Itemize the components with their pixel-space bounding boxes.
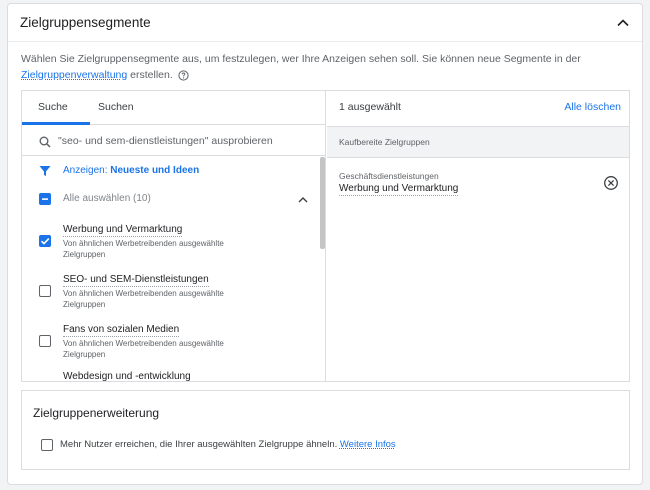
selected-segment-name: Werbung und Vermarktung xyxy=(339,183,459,196)
list-item[interactable]: SEO- und SEM-Dienstleistungen Von ähnlic… xyxy=(22,274,322,324)
list-item[interactable]: Fans von sozialen Medien Von ähnlichen W… xyxy=(22,324,322,374)
item-checkbox[interactable] xyxy=(39,235,51,247)
tab-suchen[interactable]: Suchen xyxy=(98,101,134,113)
audience-expansion-section: Zielgruppenerweiterung Mehr Nutzer errei… xyxy=(21,390,630,470)
tab-bar: Suche Suchen xyxy=(22,91,325,125)
browse-pane: Suche Suchen Anzeigen: Neueste und Ideen xyxy=(22,91,326,383)
expansion-checkbox-label: Mehr Nutzer erreichen, die Ihrer ausgewä… xyxy=(60,439,338,450)
list-scrollbar[interactable] xyxy=(320,157,325,249)
search-input[interactable] xyxy=(58,132,318,150)
selected-group-header: Kaufbereite Zielgruppen xyxy=(327,126,629,158)
tab-suche[interactable]: Suche xyxy=(38,101,68,113)
item-title: Webdesign und -entwicklung xyxy=(63,371,191,382)
group-label: Kaufbereite Zielgruppen xyxy=(339,137,430,147)
segment-list: Anzeigen: Neueste und Ideen Alle auswähl… xyxy=(22,157,326,383)
item-title: Werbung und Vermarktung xyxy=(63,224,183,237)
selected-category: Geschäftsdienstleistungen xyxy=(339,171,439,181)
help-icon[interactable] xyxy=(178,70,189,81)
select-all-checkbox[interactable] xyxy=(39,193,51,205)
item-checkbox[interactable] xyxy=(39,335,51,347)
card-header: Zielgruppensegmente xyxy=(8,4,642,42)
selected-pane: 1 ausgewählt Alle löschen Kaufbereite Zi… xyxy=(327,91,629,381)
description: Wählen Sie Zielgruppensegmente aus, um f… xyxy=(21,51,631,83)
search-icon xyxy=(39,135,51,148)
item-title: SEO- und SEM-Dienstleistungen xyxy=(63,274,209,287)
list-item[interactable]: Webdesign und -entwicklung xyxy=(22,371,322,383)
expansion-title: Zielgruppenerweiterung xyxy=(33,406,160,420)
chevron-up-icon[interactable] xyxy=(614,14,632,32)
chevron-up-icon[interactable] xyxy=(297,193,309,205)
audience-segments-card: Zielgruppensegmente Wählen Sie Zielgrupp… xyxy=(7,3,643,485)
expansion-checkbox[interactable] xyxy=(41,439,53,451)
clear-all-button[interactable]: Alle löschen xyxy=(564,101,621,113)
filter-icon xyxy=(39,164,51,176)
filter-value: Neueste und Ideen xyxy=(110,165,200,176)
card-title: Zielgruppensegmente xyxy=(20,15,151,30)
selected-count: 1 ausgewählt xyxy=(339,101,401,113)
item-subtitle: Von ähnlichen Werbetreibenden ausgewählt… xyxy=(63,339,224,359)
select-all-label: Alle auswählen (10) xyxy=(63,193,151,204)
item-checkbox[interactable] xyxy=(39,285,51,297)
item-title: Fans von sozialen Medien xyxy=(63,324,180,337)
filter-label: Anzeigen: Neueste und Ideen xyxy=(63,165,199,176)
description-text: Wählen Sie Zielgruppensegmente aus, um f… xyxy=(21,53,581,65)
segment-selector: Suche Suchen Anzeigen: Neueste und Ideen xyxy=(21,90,630,382)
select-all-row: Alle auswählen (10) xyxy=(22,187,326,211)
filter-row[interactable]: Anzeigen: Neueste und Ideen xyxy=(22,157,326,183)
description-suffix: erstellen. xyxy=(130,69,173,81)
active-tab-indicator xyxy=(22,122,90,125)
learn-more-link[interactable]: Weitere Infos xyxy=(340,439,396,450)
item-subtitle: Von ähnlichen Werbetreibenden ausgewählt… xyxy=(63,239,224,259)
filter-prefix: Anzeigen: xyxy=(63,165,108,176)
audience-manager-link[interactable]: Zielgruppenverwaltung xyxy=(21,69,127,81)
remove-icon[interactable] xyxy=(603,175,619,191)
expansion-label: Mehr Nutzer erreichen, die Ihrer ausgewä… xyxy=(60,439,396,450)
item-subtitle: Von ähnlichen Werbetreibenden ausgewählt… xyxy=(63,289,224,309)
list-item[interactable]: Werbung und Vermarktung Von ähnlichen We… xyxy=(22,224,322,274)
search-row xyxy=(22,126,325,156)
